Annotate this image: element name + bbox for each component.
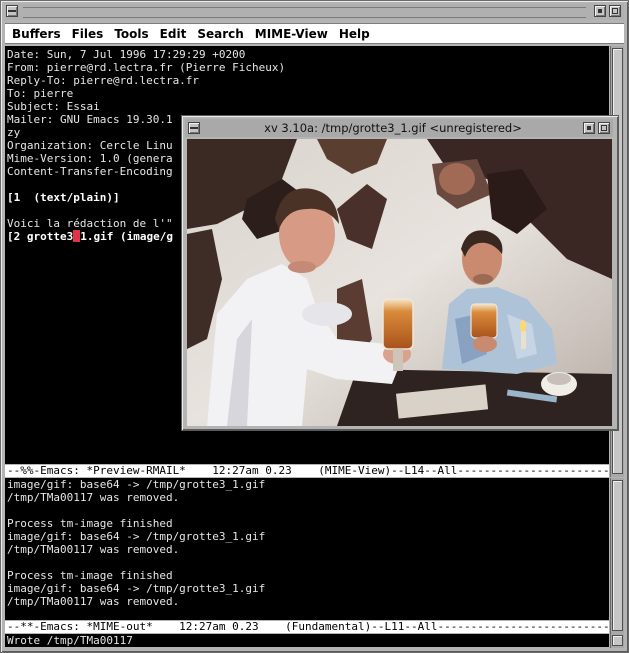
maximize-icon [601, 125, 607, 131]
xv-window: xv 3.10a: /tmp/grotte3_1.gif <unregister… [181, 115, 619, 431]
xv-minimize-button[interactable] [583, 122, 595, 134]
output-line: Process tm-image finished [7, 569, 173, 582]
output-line: image/gif: base64 -> /tmp/grotte3_1.gif [7, 478, 266, 491]
window-titlebar[interactable] [5, 4, 624, 20]
output-line: Process tm-image finished [7, 517, 173, 530]
xv-titlebar[interactable]: xv 3.10a: /tmp/grotte3_1.gif <unregister… [185, 119, 613, 137]
header-line: To: pierre [7, 87, 74, 100]
xv-title: xv 3.10a: /tmp/grotte3_1.gif <unregister… [264, 121, 522, 135]
scrollbar-thumb[interactable] [612, 480, 623, 631]
output-line: /tmp/TMa00117 was removed. [7, 595, 180, 608]
part-label-start: [2 grotte3 [7, 230, 74, 243]
output-line: /tmp/TMa00117 was removed. [7, 543, 180, 556]
minimize-icon [587, 126, 591, 130]
xv-maximize-button[interactable] [598, 122, 610, 134]
maximize-icon [612, 8, 618, 14]
titlebar-grip [23, 7, 586, 18]
output-line: /tmp/TMa00117 was removed. [7, 491, 180, 504]
mode-line-output[interactable]: --**-Emacs: *MIME-out* 12:27am 0.23 (Fun… [5, 621, 609, 633]
menu-help[interactable]: Help [339, 27, 370, 41]
minimize-icon [598, 9, 602, 13]
part-label-end: 1.gif (image/g [80, 230, 173, 243]
menu-mime-view[interactable]: MIME-View [255, 27, 328, 41]
window-menu-icon [190, 127, 198, 129]
mode-line-preview[interactable]: --%%-Emacs: *Preview-RMAIL* 12:27am 0.23… [5, 465, 609, 477]
menu-search[interactable]: Search [197, 27, 243, 41]
menu-bar: Buffers Files Tools Edit Search MIME-Vie… [5, 23, 624, 44]
menu-edit[interactable]: Edit [160, 27, 187, 41]
header-line: Date: Sun, 7 Jul 1996 17:29:29 +0200 [7, 48, 246, 61]
photo-two-men-with-beer [187, 139, 612, 426]
scrollbar-thumb[interactable] [612, 635, 623, 646]
menu-tools[interactable]: Tools [114, 27, 148, 41]
gif-image[interactable] [187, 139, 612, 426]
window-menu-icon [8, 10, 16, 12]
maximize-button[interactable] [609, 5, 621, 17]
header-line: From: pierre@rd.lectra.fr (Pierre Ficheu… [7, 61, 286, 74]
minibuffer-scrollbar[interactable] [610, 634, 624, 648]
minibuffer[interactable]: Wrote /tmp/TMa00117 [5, 634, 609, 647]
mime-out-buffer[interactable]: image/gif: base64 -> /tmp/grotte3_1.gif … [5, 478, 609, 620]
output-line: image/gif: base64 -> /tmp/grotte3_1.gif [7, 530, 266, 543]
output-scrollbar[interactable] [610, 478, 624, 634]
menu-buffers[interactable]: Buffers [12, 27, 61, 41]
minimize-button[interactable] [594, 5, 606, 17]
output-line: image/gif: base64 -> /tmp/grotte3_1.gif [7, 582, 266, 595]
menu-files[interactable]: Files [72, 27, 104, 41]
xv-window-menu-button[interactable] [188, 122, 200, 134]
header-line: Reply-To: pierre@rd.lectra.fr [7, 74, 200, 87]
window-menu-button[interactable] [6, 5, 18, 17]
header-line: Subject: Essai [7, 100, 100, 113]
